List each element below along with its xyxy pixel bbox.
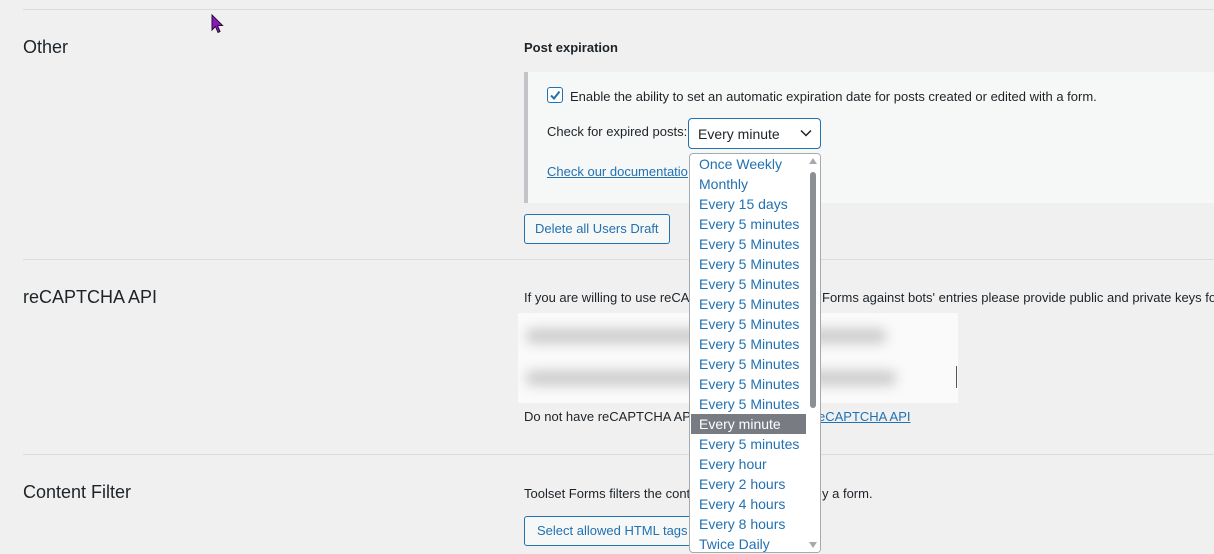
dropdown-option[interactable]: Every 5 Minutes <box>691 234 806 254</box>
dropdown-option[interactable]: Monthly <box>691 174 806 194</box>
dropdown-option[interactable]: Every 2 hours <box>691 474 806 494</box>
mouse-cursor-icon <box>211 14 224 34</box>
dropdown-option[interactable]: Every 5 Minutes <box>691 394 806 414</box>
dropdown-option[interactable]: Every 4 hours <box>691 494 806 514</box>
content-filter-description: Toolset Forms filters the cont <box>524 486 691 501</box>
recaptcha-description: If you are willing to use reCA <box>524 290 690 305</box>
delete-drafts-button[interactable]: Delete all Users Draft <box>524 214 670 244</box>
select-value: Every minute <box>698 126 780 142</box>
dropdown-option[interactable]: Every 5 Minutes <box>691 314 806 334</box>
dropdown-option[interactable]: Once Weekly <box>691 154 806 174</box>
dropdown-option[interactable]: Every 8 hours <box>691 514 806 534</box>
dropdown-option[interactable]: Every minute <box>691 414 806 434</box>
recaptcha-divider <box>23 259 1214 260</box>
post-expiration-heading: Post expiration <box>524 40 618 55</box>
select-html-tags-button[interactable]: Select allowed HTML tags <box>524 516 701 546</box>
recaptcha-description-tail: Forms against bots' entries please provi… <box>822 290 1214 305</box>
check-expired-label: Check for expired posts: <box>547 124 688 139</box>
recaptcha-api-link[interactable]: eCAPTCHA API <box>818 409 910 424</box>
dropdown-option[interactable]: Every 5 Minutes <box>691 374 806 394</box>
dropdown-option[interactable]: Every 15 days <box>691 194 806 214</box>
dropdown-option[interactable]: Twice Daily <box>691 534 806 552</box>
scroll-up-arrow-icon[interactable] <box>809 158 817 164</box>
section-title-recaptcha: reCAPTCHA API <box>23 287 158 307</box>
dropdown-option[interactable]: Every 5 Minutes <box>691 274 806 294</box>
scrollbar-thumb[interactable] <box>810 172 816 408</box>
top-divider <box>23 9 1214 10</box>
dropdown-option[interactable]: Every 5 minutes <box>691 214 806 234</box>
text-caret <box>956 366 957 388</box>
expiration-frequency-select[interactable]: Every minute <box>688 118 821 149</box>
documentation-link[interactable]: Check our documentatio <box>547 164 688 179</box>
content-filter-description-tail: y a form. <box>822 486 873 501</box>
dropdown-option[interactable]: Every 5 Minutes <box>691 294 806 314</box>
enable-expiration-label: Enable the ability to set an automatic e… <box>570 89 1097 104</box>
section-title-other: Other <box>23 37 69 57</box>
content-filter-divider <box>23 454 1214 455</box>
dropdown-option[interactable]: Every hour <box>691 454 806 474</box>
dropdown-option[interactable]: Every 5 Minutes <box>691 254 806 274</box>
no-recaptcha-text: Do not have reCAPTCHA API <box>524 409 695 424</box>
section-title-content-filter: Content Filter <box>23 482 132 502</box>
enable-expiration-checkbox[interactable] <box>547 87 563 103</box>
dropdown-option[interactable]: Every 5 Minutes <box>691 334 806 354</box>
expiration-options-dropdown[interactable]: Once Weekly Monthly Every 15 days Every 5 m… <box>689 153 821 553</box>
options-list: Once Weekly Monthly Every 15 days Every 5 m… <box>691 154 806 552</box>
dropdown-option[interactable]: Every 5 minutes <box>691 434 806 454</box>
checkmark-icon <box>550 90 561 101</box>
dropdown-option[interactable]: Every 5 Minutes <box>691 354 806 374</box>
scroll-down-arrow-icon[interactable] <box>809 542 817 548</box>
chevron-down-icon <box>800 129 812 137</box>
dropdown-scrollbar[interactable] <box>806 154 820 552</box>
